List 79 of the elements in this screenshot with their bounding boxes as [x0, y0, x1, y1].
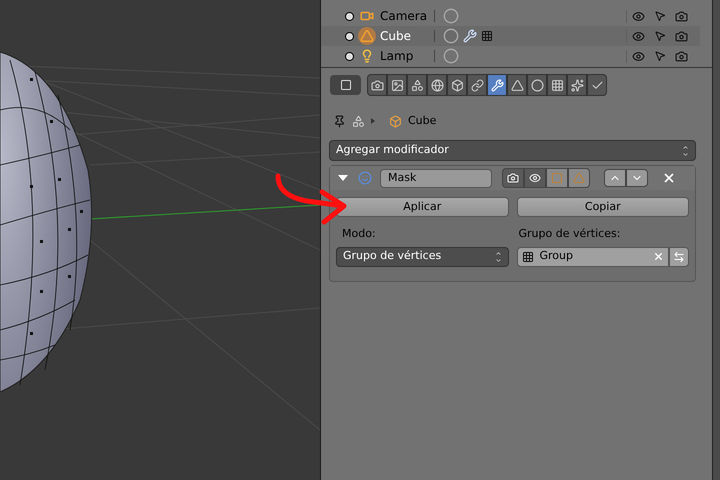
triangle-icon	[360, 29, 374, 43]
triangle-icon	[573, 172, 585, 184]
mode-dropdown[interactable]: Grupo de vértices	[336, 246, 508, 266]
object-name: Cube	[408, 112, 436, 129]
copy-button[interactable]: Copiar	[516, 197, 689, 217]
object-name[interactable]: Camera	[380, 7, 434, 25]
cursor-icon[interactable]	[654, 10, 666, 22]
globe-icon	[430, 78, 444, 92]
expand-icon[interactable]	[345, 52, 354, 60]
sphere-icon	[530, 78, 544, 92]
move-down-button[interactable]	[626, 169, 648, 187]
wrench-icon[interactable]	[463, 29, 477, 43]
cursor-icon[interactable]	[654, 50, 666, 62]
breadcrumb-arrow-icon	[371, 118, 375, 124]
mode-label: Modo:	[341, 226, 377, 242]
editor-type-button[interactable]	[330, 75, 361, 95]
editor-icon	[340, 79, 352, 91]
eye-icon[interactable]	[632, 50, 644, 62]
add-modifier-dropdown[interactable]: Agregar modificador	[329, 140, 696, 161]
cube-icon	[389, 114, 402, 128]
clear-icon[interactable]	[653, 251, 664, 262]
modifier-toggle[interactable]	[524, 168, 546, 188]
checker-icon	[550, 78, 564, 92]
link-icon	[470, 78, 484, 92]
camera-icon	[360, 9, 374, 23]
lightbulb-icon	[360, 49, 374, 63]
move-up-button[interactable]	[604, 169, 626, 187]
expand-triangle-icon[interactable]	[338, 175, 348, 181]
modifier-toggle[interactable]	[546, 168, 568, 188]
shapes-icon	[352, 114, 365, 128]
apply-button[interactable]: Aplicar	[336, 197, 508, 217]
properties-tab[interactable]	[447, 74, 467, 96]
cube-icon	[450, 78, 464, 92]
eye-icon[interactable]	[632, 30, 644, 42]
cursor-icon[interactable]	[654, 30, 666, 42]
camera-icon[interactable]	[674, 50, 688, 62]
edit-mode-icon	[551, 172, 563, 184]
properties-tab[interactable]	[567, 74, 587, 96]
camera-icon[interactable]	[674, 10, 688, 22]
expand-icon[interactable]	[345, 32, 354, 40]
spinner-icon	[494, 250, 502, 264]
vertex-group-icon[interactable]	[481, 30, 493, 42]
expand-icon[interactable]	[345, 12, 354, 20]
pin-icon[interactable]	[333, 114, 346, 128]
camera-icon	[370, 78, 384, 92]
image-icon	[390, 78, 404, 92]
properties-tab[interactable]	[467, 74, 487, 96]
properties-tab[interactable]	[487, 74, 507, 96]
modifier-toggle[interactable]	[568, 168, 590, 188]
object-name[interactable]: Cube	[380, 27, 434, 45]
camera-icon[interactable]	[674, 30, 688, 42]
shapes-icon	[410, 78, 424, 92]
scrollbar[interactable]	[712, 0, 720, 480]
properties-tab[interactable]	[507, 74, 527, 96]
modifier-toggle[interactable]	[502, 168, 524, 188]
properties-tab[interactable]	[547, 74, 567, 96]
spinner-icon	[682, 144, 689, 158]
properties-tab[interactable]	[587, 74, 607, 96]
vertex-group-icon	[522, 250, 534, 262]
camera-icon	[507, 172, 519, 184]
eye-icon[interactable]	[632, 10, 644, 22]
properties-tab[interactable]	[427, 74, 447, 96]
swap-arrows-icon	[673, 250, 685, 262]
outliner-row[interactable]: Cube	[321, 26, 700, 46]
eye-icon	[529, 172, 541, 184]
properties-tab[interactable]	[387, 74, 407, 96]
vertex-group-field[interactable]: Group	[516, 246, 669, 266]
object-name[interactable]: Lamp	[380, 47, 434, 65]
check-icon	[590, 78, 604, 92]
properties-tab[interactable]	[407, 74, 427, 96]
properties-tab[interactable]	[527, 74, 547, 96]
modifier-name-field[interactable]: Mask	[380, 168, 492, 188]
wrench-icon	[490, 78, 504, 92]
close-icon[interactable]	[662, 171, 676, 185]
properties-tab[interactable]	[367, 74, 387, 96]
invert-button[interactable]	[669, 246, 689, 266]
vertex-group-label: Grupo de vértices:	[518, 226, 622, 242]
triangle-icon	[510, 78, 524, 92]
sparkles-icon	[570, 78, 584, 92]
